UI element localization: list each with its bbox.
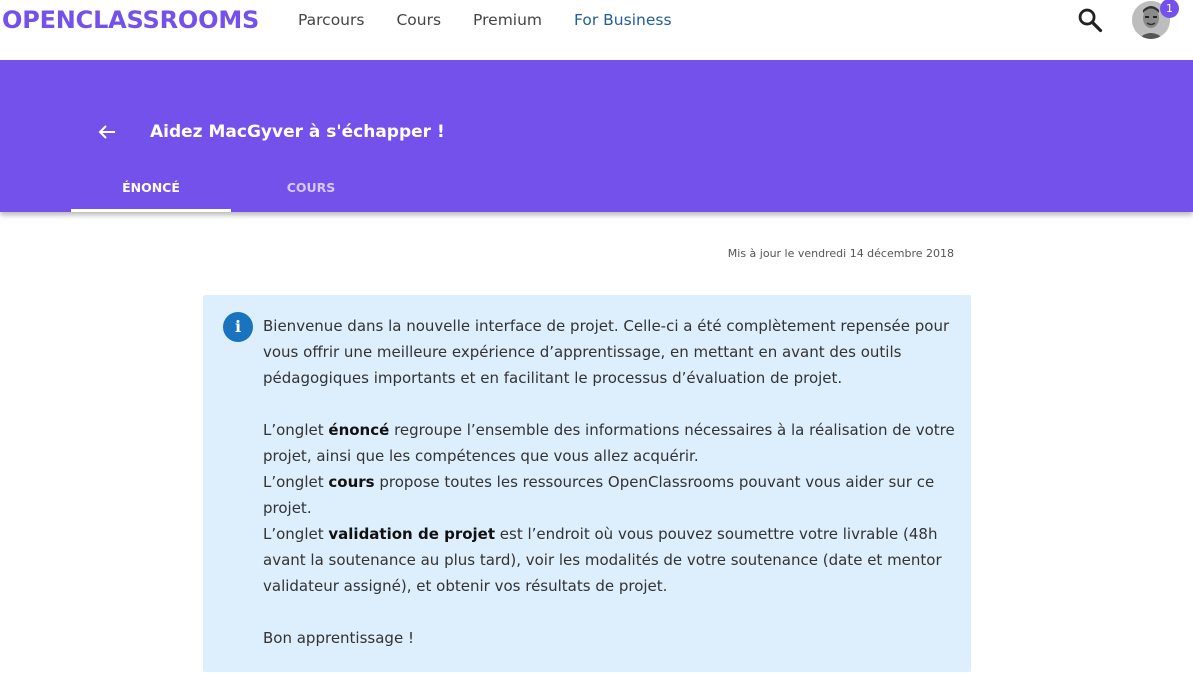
info-item-prefix: L’onglet: [263, 525, 329, 543]
active-tab-indicator: [71, 209, 231, 212]
nav-link-premium[interactable]: Premium: [473, 10, 542, 30]
search-icon: [1078, 8, 1103, 33]
notification-badge[interactable]: 1: [1160, 0, 1179, 18]
project-header: Aidez MacGyver à s'échapper ! ÉNONCÉ COU…: [0, 60, 1193, 212]
nav-link-cours[interactable]: Cours: [396, 10, 441, 30]
info-intro: Bienvenue dans la nouvelle interface de …: [263, 317, 950, 387]
nav-link-for-business[interactable]: For Business: [574, 10, 672, 30]
info-text: Bienvenue dans la nouvelle interface de …: [263, 313, 957, 651]
top-navigation: OPENCLASSROOMS Parcours Cours Premium Fo…: [0, 0, 1193, 60]
back-button[interactable]: [95, 120, 119, 144]
tab-enonce[interactable]: ÉNONCÉ: [71, 172, 231, 212]
main-nav: Parcours Cours Premium For Business: [298, 10, 704, 30]
project-title: Aidez MacGyver à s'échapper !: [150, 122, 445, 142]
info-item-enonce: L’onglet énoncé regroupe l’ensemble des …: [263, 417, 957, 469]
nav-link-parcours[interactable]: Parcours: [298, 10, 364, 30]
info-box: i Bienvenue dans la nouvelle interface d…: [203, 295, 971, 672]
last-updated-date: Mis à jour le vendredi 14 décembre 2018: [727, 247, 954, 260]
openclassrooms-logo[interactable]: OPENCLASSROOMS: [2, 5, 259, 35]
search-button[interactable]: [1074, 4, 1106, 36]
info-item-validation: L’onglet validation de projet est l’endr…: [263, 521, 957, 599]
info-item-cours: L’onglet cours propose toutes les ressou…: [263, 469, 957, 521]
info-item-prefix: L’onglet: [263, 421, 329, 439]
info-item-term: énoncé: [328, 421, 390, 439]
tab-cours[interactable]: COURS: [231, 172, 391, 212]
info-item-term: validation de projet: [328, 525, 496, 543]
info-closing: Bon apprentissage !: [263, 629, 414, 647]
arrow-left-icon: [98, 125, 115, 139]
info-icon: i: [223, 312, 253, 342]
info-item-term: cours: [328, 473, 375, 491]
info-item-prefix: L’onglet: [263, 473, 329, 491]
